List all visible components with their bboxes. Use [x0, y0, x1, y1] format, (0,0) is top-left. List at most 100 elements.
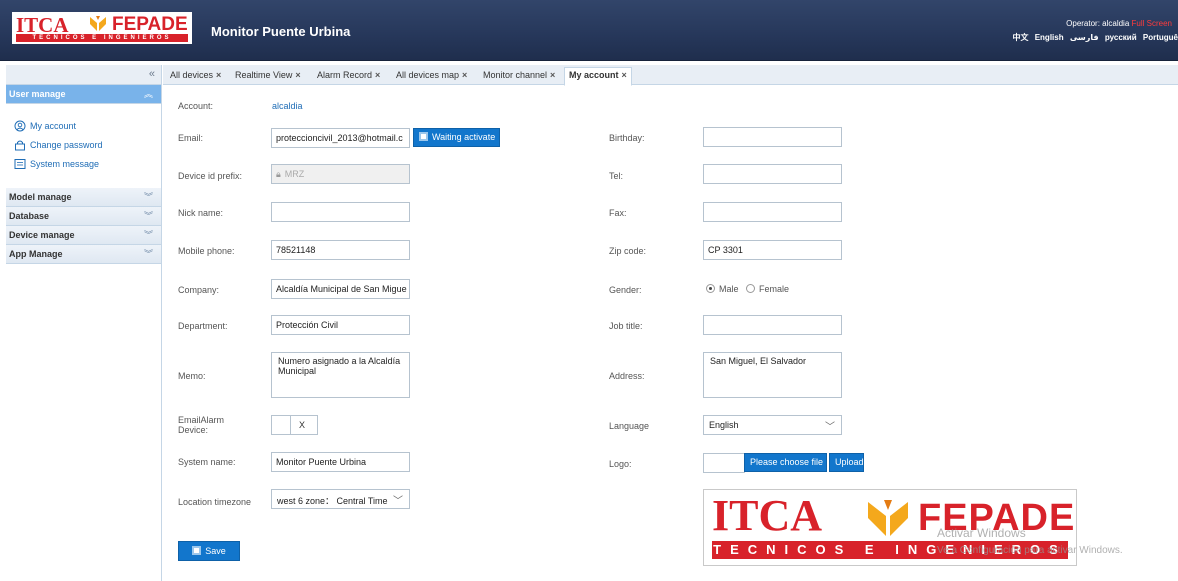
logo-strip: TECNICOS E INGENIEROS: [16, 34, 188, 42]
lang-english[interactable]: English: [1035, 33, 1064, 42]
close-icon[interactable]: ×: [216, 70, 221, 80]
tab-all-devices-map[interactable]: All devices map ×: [392, 68, 471, 85]
logo-leaf-icon: [90, 16, 106, 31]
department-field[interactable]: Protección Civil: [271, 315, 410, 335]
birthday-label: Birthday:: [609, 133, 645, 143]
fax-field[interactable]: [703, 202, 842, 222]
sidebar-item-system-message[interactable]: System message: [14, 154, 161, 173]
sidebar-item-label: System message: [30, 158, 100, 169]
tab-monitor-channel[interactable]: Monitor channel ×: [479, 68, 559, 85]
logo-text-itca: ITCA: [712, 491, 823, 540]
email-alarm-label-line1: EmailAlarm: [178, 415, 225, 425]
timezone-label: Location timezone: [178, 497, 252, 507]
save-button[interactable]: Save: [178, 541, 240, 561]
system-name-label: System name:: [178, 457, 236, 467]
logo-file-field[interactable]: [703, 453, 745, 473]
account-label: Account:: [178, 101, 214, 111]
gender-label: Gender:: [609, 285, 642, 295]
job-title-label: Job title:: [609, 321, 643, 331]
sidebar: « User manage ︽ My account Change passwo…: [6, 65, 162, 581]
lang-farsi[interactable]: فارسی: [1070, 33, 1099, 42]
gender-female-radio[interactable]: [746, 284, 756, 293]
chevron-down-icon: ︾: [143, 192, 153, 202]
sidebar-item-my-account[interactable]: My account: [14, 116, 161, 135]
save-disk-icon: [419, 132, 428, 141]
mobile-phone-label: Mobile phone:: [178, 246, 235, 256]
close-icon[interactable]: ×: [622, 70, 627, 80]
sidebar-section-database[interactable]: Database ︾: [6, 207, 161, 226]
lang-portuguese[interactable]: Portuguê: [1143, 33, 1178, 42]
sidebar-item-label: Change password: [30, 139, 103, 150]
brand-logo: ITCA FEPADE TECNICOS E INGENIEROS: [12, 12, 192, 44]
device-prefix-field: 🔒︎ MRZ: [271, 164, 410, 184]
zip-code-label: Zip code:: [609, 246, 647, 256]
zip-code-field[interactable]: CP 3301: [703, 240, 842, 260]
message-icon: [14, 158, 26, 169]
memo-label: Memo:: [178, 371, 206, 381]
tel-field[interactable]: [703, 164, 842, 184]
close-icon[interactable]: ×: [462, 70, 467, 80]
job-title-field[interactable]: [703, 315, 842, 335]
tab-all-devices[interactable]: All devices ×: [166, 68, 225, 85]
mobile-phone-field[interactable]: 78521148: [271, 240, 410, 260]
logo-label: Logo:: [609, 459, 632, 469]
fax-label: Fax:: [609, 208, 627, 218]
full-screen-link[interactable]: Full Screen: [1132, 19, 1172, 28]
tab-realtime-view[interactable]: Realtime View ×: [231, 68, 305, 85]
operator-label: Operator: alcaldia: [1066, 19, 1130, 28]
close-icon[interactable]: ×: [550, 70, 555, 80]
collapse-sidebar-icon[interactable]: «: [149, 68, 155, 80]
user-manage-items: My account Change password System messag…: [6, 104, 161, 184]
address-field[interactable]: San Miguel, El Salvador: [703, 352, 842, 398]
language-select[interactable]: English ﹀: [703, 415, 842, 435]
tab-label: My account: [569, 70, 619, 80]
email-alarm-label: EmailAlarm Device:: [178, 415, 224, 435]
email-alarm-label-line2: Device:: [178, 425, 209, 435]
gender-male-radio[interactable]: [706, 284, 715, 293]
save-disk-icon: [192, 546, 202, 555]
sidebar-section-app-manage[interactable]: App Manage ︾: [6, 245, 161, 264]
chevron-down-icon: ︾: [143, 249, 153, 259]
lang-chinese[interactable]: 中文: [1012, 33, 1028, 42]
nick-name-label: Nick name:: [178, 208, 224, 218]
sidebar-collapse-bar: «: [6, 65, 161, 85]
lang-russian[interactable]: русский: [1105, 33, 1137, 42]
sidebar-section-user-manage[interactable]: User manage ︽: [6, 85, 161, 104]
gender-male-label: Male: [719, 284, 739, 294]
address-label: Address:: [609, 371, 645, 381]
sidebar-section-device-manage[interactable]: Device manage ︾: [6, 226, 161, 245]
timezone-select[interactable]: west 6 zone： Central Time ﹀: [271, 489, 410, 509]
timezone-value: west 6 zone： Central Time: [277, 496, 388, 506]
sidebar-item-change-password[interactable]: Change password: [14, 135, 161, 154]
choose-file-button[interactable]: Please choose file: [744, 453, 827, 472]
email-field[interactable]: proteccioncivil_2013@hotmail.c: [271, 128, 410, 148]
tab-label: Alarm Record: [317, 70, 373, 80]
nick-name-field[interactable]: [271, 202, 410, 222]
app-title: Monitor Puente Urbina: [211, 24, 351, 39]
tab-label: All devices: [170, 70, 214, 80]
email-alarm-toggle[interactable]: X: [271, 415, 318, 435]
tab-alarm-record[interactable]: Alarm Record ×: [313, 68, 384, 85]
upload-button[interactable]: Upload: [829, 453, 864, 472]
waiting-activate-button[interactable]: Waiting activate: [413, 128, 500, 147]
operator-info: Operator: alcaldia Full Screen: [1066, 19, 1172, 28]
chevron-down-icon: ︾: [143, 230, 153, 240]
birthday-field[interactable]: [703, 127, 842, 147]
section-label: Model manage: [9, 192, 72, 202]
company-field[interactable]: Alcaldía Municipal de San Migue: [271, 279, 410, 299]
sidebar-item-label: My account: [30, 120, 77, 131]
toggle-off-label: X: [299, 420, 306, 430]
button-label: Waiting activate: [432, 132, 496, 142]
toggle-divider: [290, 416, 291, 434]
system-name-field[interactable]: Monitor Puente Urbina: [271, 452, 410, 472]
close-icon[interactable]: ×: [375, 70, 380, 80]
sidebar-section-model-manage[interactable]: Model manage ︾: [6, 188, 161, 207]
memo-field[interactable]: Numero asignado a la Alcaldía Municipal: [271, 352, 410, 398]
language-value: English: [709, 420, 739, 430]
section-label: Database: [9, 211, 50, 221]
lock-icon: 🔒︎: [276, 169, 281, 179]
close-icon[interactable]: ×: [295, 70, 300, 80]
section-label: App Manage: [9, 249, 63, 259]
chevron-down-icon: ︾: [143, 211, 153, 221]
tab-my-account[interactable]: My account ×: [564, 67, 632, 86]
